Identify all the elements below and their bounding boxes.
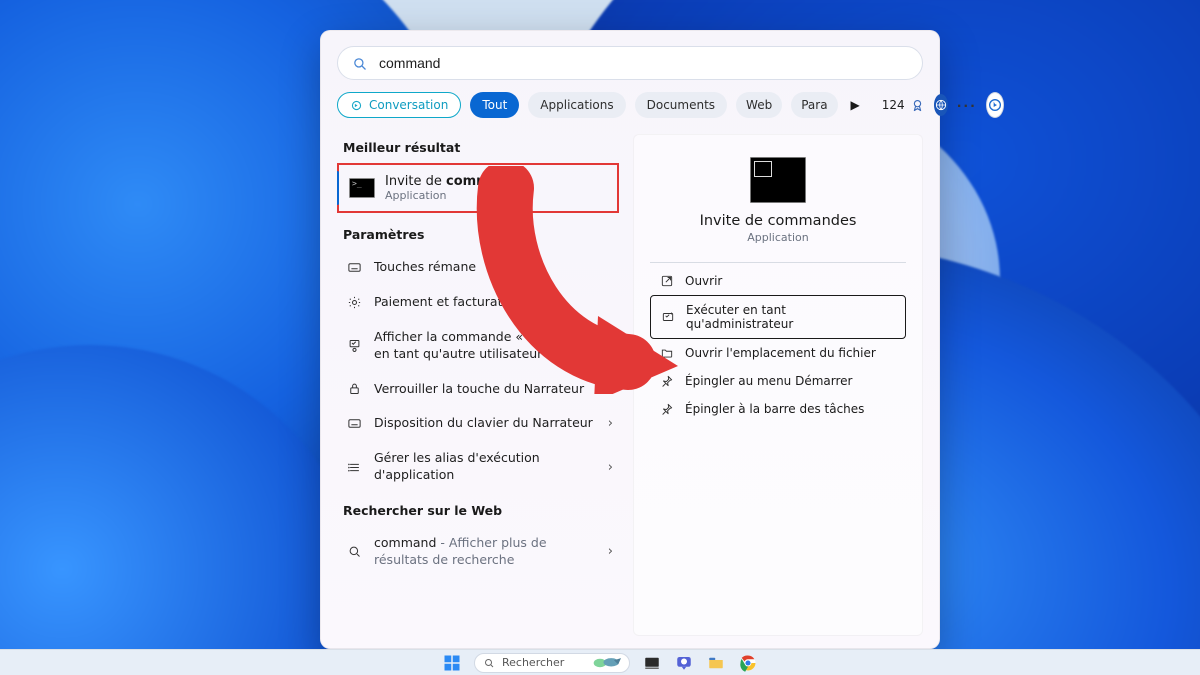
best-result-title: Invite de commandes — [385, 174, 532, 189]
settings-header: Paramètres — [343, 227, 619, 242]
best-result-title-suffix: es — [517, 174, 532, 189]
settings-item-3[interactable]: Verrouiller la touche du Narrateur › — [337, 372, 619, 407]
action-label: Ouvrir — [685, 274, 722, 288]
action-admin[interactable]: Exécuter en tant qu'administrateur — [650, 295, 906, 339]
preview-subtitle: Application — [650, 231, 906, 244]
action-open[interactable]: Ouvrir — [650, 267, 906, 295]
filter-more-arrow[interactable]: ▶ — [847, 98, 864, 112]
best-result-subtitle: Application — [385, 189, 532, 202]
rewards-counter[interactable]: 124 — [882, 98, 925, 113]
pin-icon — [660, 402, 674, 416]
search-icon — [352, 56, 367, 71]
action-folder[interactable]: Ouvrir l'emplacement du fichier — [650, 339, 906, 367]
search-bar[interactable] — [337, 46, 923, 80]
medal-icon — [910, 98, 925, 113]
settings-item-label: Gérer les alias d'exécution d'applicatio… — [374, 450, 596, 484]
search-results-left: Meilleur résultat Invite de commandes Ap… — [337, 134, 619, 636]
gear-icon — [347, 295, 362, 310]
search-input[interactable] — [377, 54, 908, 72]
chevron-right-icon: › — [608, 544, 613, 559]
taskbar-search[interactable]: Rechercher — [474, 653, 630, 673]
action-label: Ouvrir l'emplacement du fichier — [685, 346, 876, 360]
pin-icon — [660, 374, 674, 388]
action-pin[interactable]: Épingler au menu Démarrer — [650, 367, 906, 395]
settings-item-1[interactable]: Paiement et facturat — [337, 285, 619, 320]
search-icon — [347, 544, 362, 559]
chrome-button[interactable] — [738, 653, 758, 673]
runas-icon — [347, 338, 362, 353]
account-globe-icon[interactable] — [934, 94, 948, 116]
keyboard-icon — [347, 260, 362, 275]
file-explorer-button[interactable] — [706, 653, 726, 673]
settings-item-label: Afficher la commande « Exéc.en tant qu'a… — [374, 329, 613, 363]
filter-conversation[interactable]: Conversation — [337, 92, 461, 118]
start-button[interactable] — [442, 653, 462, 673]
action-label: Épingler à la barre des tâches — [685, 402, 864, 416]
taskbar-search-placeholder: Rechercher — [502, 656, 564, 669]
settings-item-0[interactable]: Touches rémane — [337, 250, 619, 285]
keyboard-icon — [347, 416, 362, 431]
settings-item-label: Touches rémane — [374, 259, 613, 276]
filter-apps[interactable]: Applications — [528, 92, 625, 118]
chevron-right-icon: › — [608, 460, 613, 475]
taskview-button[interactable] — [642, 653, 662, 673]
action-label: Exécuter en tant qu'administrateur — [686, 303, 895, 331]
filter-all-label: Tout — [482, 98, 507, 112]
settings-item-label: Paiement et facturat — [374, 294, 613, 311]
search-filter-row: Conversation Tout Applications Documents… — [337, 92, 923, 118]
search-panel: Conversation Tout Applications Documents… — [320, 30, 940, 649]
filter-web-label: Web — [746, 98, 772, 112]
settings-item-label: Verrouiller la touche du Narrateur — [374, 381, 596, 398]
settings-item-label: Disposition du clavier du Narrateur — [374, 415, 596, 432]
filter-all[interactable]: Tout — [470, 92, 519, 118]
best-result-command-prompt[interactable]: Invite de commandes Application — [337, 163, 619, 213]
best-result-header: Meilleur résultat — [343, 140, 619, 155]
alias-icon — [347, 460, 362, 475]
more-menu[interactable]: ··· — [957, 98, 977, 113]
chevron-right-icon: › — [608, 416, 613, 431]
web-search-label: command - Afficher plus de résultats de … — [374, 535, 596, 569]
action-pin[interactable]: Épingler à la barre des tâches — [650, 395, 906, 423]
filter-web[interactable]: Web — [736, 92, 782, 118]
lock-icon — [347, 381, 362, 396]
search-highlight-icon — [593, 656, 621, 670]
separator — [650, 262, 906, 263]
filter-apps-label: Applications — [540, 98, 613, 112]
filter-settings-label: Para — [801, 98, 827, 112]
rewards-count: 124 — [882, 98, 905, 112]
result-preview-pane: Invite de commandes Application Ouvrir Ex… — [633, 134, 923, 636]
web-search-term: command — [374, 535, 436, 550]
chevron-right-icon: › — [608, 381, 613, 396]
settings-item-5[interactable]: Gérer les alias d'exécution d'applicatio… — [337, 441, 619, 493]
command-prompt-large-icon — [750, 157, 806, 203]
chat-button[interactable] — [674, 653, 694, 673]
web-search-more[interactable]: command - Afficher plus de résultats de … — [337, 526, 619, 578]
open-icon — [660, 274, 674, 288]
filter-documents[interactable]: Documents — [635, 92, 727, 118]
settings-item-4[interactable]: Disposition du clavier du Narrateur › — [337, 406, 619, 441]
folder-icon — [660, 346, 674, 360]
taskbar: Rechercher — [0, 649, 1200, 675]
best-result-title-bold: command — [446, 174, 517, 189]
admin-icon — [661, 310, 675, 324]
search-icon — [483, 657, 495, 669]
bing-chat-icon[interactable] — [986, 92, 1004, 118]
filter-documents-label: Documents — [647, 98, 715, 112]
action-label: Épingler au menu Démarrer — [685, 374, 852, 388]
settings-item-2[interactable]: Afficher la commande « Exéc.en tant qu'a… — [337, 320, 619, 372]
web-header: Rechercher sur le Web — [343, 503, 619, 518]
command-prompt-icon — [349, 178, 375, 198]
preview-title: Invite de commandes — [650, 213, 906, 229]
filter-conversation-label: Conversation — [369, 98, 448, 112]
best-result-title-prefix: Invite de — [385, 174, 446, 189]
filter-settings[interactable]: Para — [791, 92, 837, 118]
